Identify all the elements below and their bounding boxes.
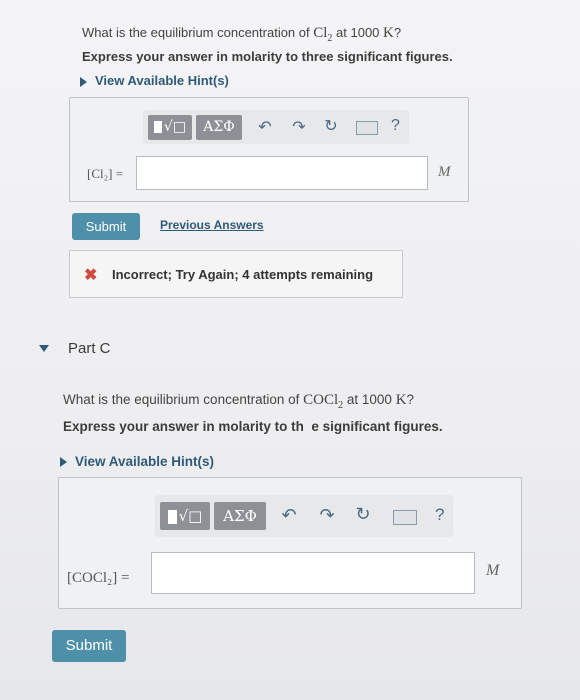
keyboard-icon[interactable] (356, 121, 378, 135)
hint-label: View Available Hint(s) (95, 73, 229, 88)
error-x-icon: ✖ (84, 267, 98, 284)
chem-formula: Cl2 (313, 25, 332, 44)
template-button[interactable]: √□ (160, 502, 210, 530)
partc-heading[interactable]: Part C (68, 340, 111, 357)
partc-question: What is the equilibrium concentration of… (63, 392, 414, 411)
keyboard-icon[interactable] (393, 510, 417, 525)
partb-instruction: Express your answer in molarity to three… (82, 49, 453, 64)
question-text: What is the equilibrium concentration of (82, 25, 314, 40)
chem-formula: COCl2 (303, 392, 343, 411)
partc-answer-label: [COCl₂] = (67, 570, 130, 586)
partb-question: What is the equilibrium concentration of… (82, 25, 401, 44)
template-label: √□ (178, 507, 203, 525)
greek-button[interactable]: ΑΣΦ (196, 115, 242, 140)
reset-icon[interactable]: ↻ (321, 116, 341, 136)
chem-name: COCl (303, 392, 339, 408)
hint-label: View Available Hint(s) (75, 454, 215, 469)
partc-unit: M (486, 562, 500, 579)
chem-name: Cl (313, 25, 328, 41)
redo-icon[interactable]: ↷ (289, 117, 309, 137)
question-mid: at 1000 (343, 392, 396, 407)
undo-icon[interactable]: ↶ (279, 505, 299, 526)
partb-hint-toggle[interactable]: View Available Hint(s) (80, 73, 229, 88)
question-mid: at 1000 (332, 25, 384, 40)
question-mark: ? (406, 392, 415, 407)
expand-triangle-icon (60, 457, 67, 468)
partc-answer-panel: √□ ΑΣΦ ↶ ↷ ↻ ? [COCl₂] = M (58, 477, 522, 609)
feedback-text: Incorrect; Try Again; 4 attempts remaini… (112, 267, 374, 282)
previous-answers-link[interactable]: Previous Answers (160, 218, 264, 232)
temperature-unit: K (395, 392, 407, 408)
redo-icon[interactable]: ↷ (317, 505, 337, 526)
question-mark: ? (393, 25, 402, 40)
partb-answer-input[interactable] (136, 156, 428, 190)
partb-answer-panel: √□ ΑΣΦ ↶ ↷ ↻ ? [Cl₂] = M (69, 97, 469, 202)
partb-math-toolbar: √□ ΑΣΦ ↶ ↷ ↻ ? (143, 110, 409, 144)
partc-submit-button[interactable]: Submit (52, 630, 126, 662)
question-text: What is the equilibrium concentration of (63, 392, 304, 407)
block-icon (153, 121, 162, 133)
partc-math-toolbar: √□ ΑΣΦ ↶ ↷ ↻ ? (155, 495, 453, 537)
help-button[interactable]: ? (435, 505, 444, 525)
partc-instruction: Express your answer in molarity to th e … (63, 419, 443, 434)
partb-unit: M (438, 164, 451, 180)
partb-answer-label: [Cl₂] = (87, 166, 124, 181)
partb-feedback: ✖ Incorrect; Try Again; 4 attempts remai… (69, 250, 403, 298)
reset-icon[interactable]: ↻ (353, 504, 373, 525)
template-button[interactable]: √□ (148, 115, 192, 140)
partc-answer-input[interactable] (151, 552, 475, 594)
temperature-unit: K (383, 25, 394, 41)
greek-button[interactable]: ΑΣΦ (214, 502, 266, 530)
template-label: √□ (163, 119, 187, 135)
partc-hint-toggle[interactable]: View Available Hint(s) (60, 454, 214, 469)
undo-icon[interactable]: ↶ (255, 117, 275, 137)
block-icon (167, 510, 177, 524)
help-button[interactable]: ? (391, 117, 400, 135)
expand-triangle-icon (80, 76, 87, 87)
partb-submit-button[interactable]: Submit (72, 213, 140, 240)
collapse-triangle-icon[interactable] (39, 345, 49, 352)
